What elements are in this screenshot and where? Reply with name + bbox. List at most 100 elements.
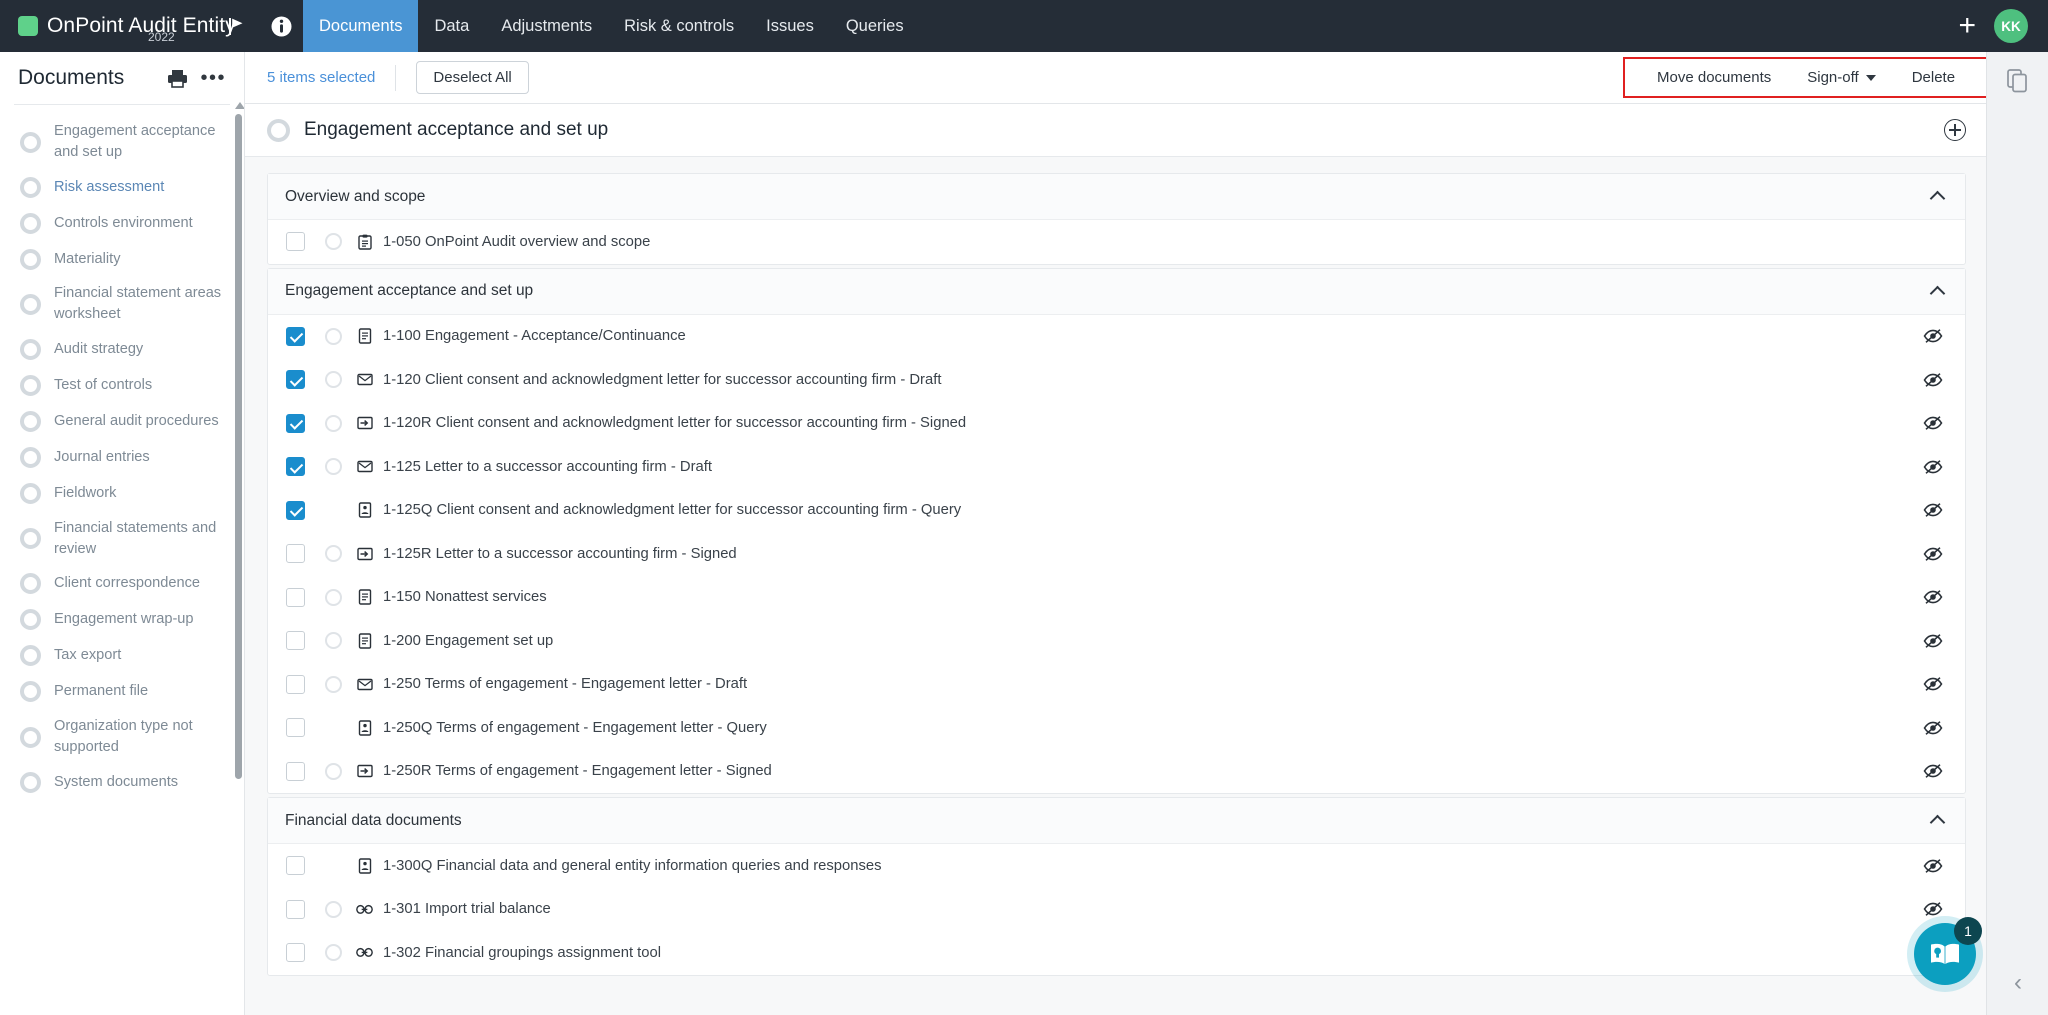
signoff-ring-icon[interactable] <box>325 589 342 606</box>
sidebar-item-financial-statements-and-review[interactable]: Financial statements and review <box>0 512 244 566</box>
row-checkbox[interactable] <box>286 943 305 962</box>
table-row[interactable]: 1-125R Letter to a successor accounting … <box>268 532 1965 576</box>
tab-data[interactable]: Data <box>418 0 485 52</box>
printer-icon[interactable] <box>167 69 188 88</box>
table-row[interactable]: 1-300Q Financial data and general entity… <box>268 844 1965 888</box>
sidebar-item-organization-type-not-supported[interactable]: Organization type not supported <box>0 710 244 764</box>
row-checkbox[interactable] <box>286 544 305 563</box>
signoff-ring-icon[interactable] <box>20 411 41 432</box>
table-row[interactable]: 1-120R Client consent and acknowledgment… <box>268 402 1965 446</box>
eye-off-icon[interactable] <box>1923 328 1943 344</box>
signoff-ring-icon[interactable] <box>325 458 342 475</box>
eye-off-icon[interactable] <box>1923 546 1943 562</box>
row-checkbox[interactable] <box>286 856 305 875</box>
sidebar-item-audit-strategy[interactable]: Audit strategy <box>0 332 244 368</box>
chevron-left-icon[interactable]: ‹ <box>1987 969 2048 997</box>
section-header[interactable]: Overview and scope <box>268 174 1965 220</box>
sidebar-item-test-of-controls[interactable]: Test of controls <box>0 368 244 404</box>
table-row[interactable]: 1-120 Client consent and acknowledgment … <box>268 358 1965 402</box>
table-row[interactable]: 1-125 Letter to a successor accounting f… <box>268 445 1965 489</box>
sidebar-item-system-documents[interactable]: System documents <box>0 764 244 800</box>
eye-off-icon[interactable] <box>1923 372 1943 388</box>
eye-off-icon[interactable] <box>1923 763 1943 779</box>
signoff-ring-icon[interactable] <box>325 944 342 961</box>
signoff-ring-icon[interactable] <box>20 249 41 270</box>
row-checkbox[interactable] <box>286 762 305 781</box>
sidebar-item-financial-statement-areas-worksheet[interactable]: Financial statement areas worksheet <box>0 277 244 331</box>
move-documents-button[interactable]: Move documents <box>1639 65 1789 90</box>
info-icon[interactable] <box>259 0 303 52</box>
sidebar-item-tax-export[interactable]: Tax export <box>0 638 244 674</box>
signoff-ring-icon[interactable] <box>20 294 41 315</box>
sidebar-item-controls-environment[interactable]: Controls environment <box>0 205 244 241</box>
eye-off-icon[interactable] <box>1923 676 1943 692</box>
signoff-ring-icon[interactable] <box>20 681 41 702</box>
deselect-all-button[interactable]: Deselect All <box>416 61 528 94</box>
copy-documents-icon[interactable] <box>1987 52 2048 110</box>
sidebar-scrollbar[interactable] <box>235 102 242 1015</box>
signoff-ring-icon[interactable] <box>325 763 342 780</box>
tab-adjustments[interactable]: Adjustments <box>485 0 608 52</box>
row-checkbox[interactable] <box>286 414 305 433</box>
table-row[interactable]: 1-125Q Client consent and acknowledgment… <box>268 489 1965 533</box>
sidebar-item-fieldwork[interactable]: Fieldwork <box>0 476 244 512</box>
signoff-ring-icon[interactable] <box>325 676 342 693</box>
table-row[interactable]: 1-150 Nonattest services <box>268 576 1965 620</box>
sidebar-item-materiality[interactable]: Materiality <box>0 241 244 277</box>
tab-queries[interactable]: Queries <box>830 0 920 52</box>
plus-circle-icon[interactable] <box>1944 119 1966 141</box>
signoff-ring-icon[interactable] <box>20 375 41 396</box>
table-row[interactable]: 1-250 Terms of engagement - Engagement l… <box>268 663 1965 707</box>
section-header[interactable]: Engagement acceptance and set up <box>268 269 1965 315</box>
eye-off-icon[interactable] <box>1923 901 1943 917</box>
row-checkbox[interactable] <box>286 327 305 346</box>
signoff-ring-icon[interactable] <box>20 339 41 360</box>
row-checkbox[interactable] <box>286 232 305 251</box>
row-checkbox[interactable] <box>286 631 305 650</box>
signoff-ring-icon[interactable] <box>325 901 342 918</box>
signoff-ring-icon[interactable] <box>267 119 290 142</box>
signoff-ring-icon[interactable] <box>325 632 342 649</box>
table-row[interactable]: 1-302 Financial groupings assignment too… <box>268 931 1965 975</box>
row-checkbox[interactable] <box>286 675 305 694</box>
tab-documents[interactable]: Documents <box>303 0 418 52</box>
row-checkbox[interactable] <box>286 501 305 520</box>
more-horizontal-icon[interactable]: ••• <box>200 72 226 84</box>
chevron-up-icon[interactable] <box>1930 815 1946 831</box>
scrollbar-thumb[interactable] <box>235 114 242 779</box>
delete-button[interactable]: Delete <box>1894 65 1973 90</box>
row-checkbox[interactable] <box>286 900 305 919</box>
row-checkbox[interactable] <box>286 718 305 737</box>
eye-off-icon[interactable] <box>1923 858 1943 874</box>
signoff-ring-icon[interactable] <box>325 233 342 250</box>
signoff-ring-icon[interactable] <box>20 727 41 748</box>
signoff-ring-icon[interactable] <box>20 213 41 234</box>
table-row[interactable]: 1-050 OnPoint Audit overview and scope <box>268 220 1965 264</box>
tab-risk-and-controls[interactable]: Risk & controls <box>608 0 750 52</box>
signoff-ring-icon[interactable] <box>325 545 342 562</box>
sidebar-item-engagement-wrap-up[interactable]: Engagement wrap-up <box>0 602 244 638</box>
sidebar-item-engagement-acceptance-and-set-up[interactable]: Engagement acceptance and set up <box>0 115 244 169</box>
table-row[interactable]: 1-250R Terms of engagement - Engagement … <box>268 750 1965 794</box>
sidebar-item-general-audit-procedures[interactable]: General audit procedures <box>0 404 244 440</box>
signoff-ring-icon[interactable] <box>20 132 41 153</box>
tab-issues[interactable]: Issues <box>750 0 830 52</box>
eye-off-icon[interactable] <box>1923 720 1943 736</box>
chevron-up-icon[interactable] <box>1930 191 1946 207</box>
sign-off-dropdown[interactable]: Sign-off <box>1789 65 1893 90</box>
sidebar-item-client-correspondence[interactable]: Client correspondence <box>0 566 244 602</box>
add-icon[interactable]: + <box>1958 11 1976 41</box>
signoff-ring-icon[interactable] <box>20 528 41 549</box>
sidebar-item-permanent-file[interactable]: Permanent file <box>0 674 244 710</box>
eye-off-icon[interactable] <box>1923 415 1943 431</box>
sidebar-item-risk-assessment[interactable]: Risk assessment <box>0 169 244 205</box>
signoff-ring-icon[interactable] <box>20 609 41 630</box>
table-row[interactable]: 1-301 Import trial balance <box>268 888 1965 932</box>
row-checkbox[interactable] <box>286 588 305 607</box>
table-row[interactable]: 1-100 Engagement - Acceptance/Continuanc… <box>268 315 1965 359</box>
row-checkbox[interactable] <box>286 457 305 476</box>
section-header[interactable]: Financial data documents <box>268 798 1965 844</box>
eye-off-icon[interactable] <box>1923 633 1943 649</box>
avatar[interactable]: KK <box>1994 9 2028 43</box>
eye-off-icon[interactable] <box>1923 589 1943 605</box>
